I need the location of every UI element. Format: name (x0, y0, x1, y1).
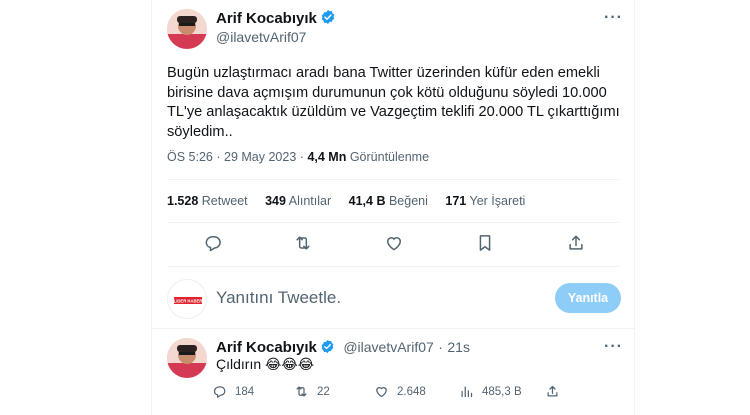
reply-author-name[interactable]: Arif Kocabıyık (216, 339, 317, 356)
reply-like-action[interactable]: 2.648 (374, 384, 426, 399)
meta-separator: · (299, 150, 304, 164)
reply-views-action[interactable]: 485,3 B (459, 384, 522, 399)
reply-author-avatar[interactable] (167, 338, 207, 378)
tweet-detail-panel: Arif Kocabıyık @ilavetvArif07 ··· Bugün … (151, 0, 635, 415)
author-handle[interactable]: @ilavetvArif07 (216, 29, 306, 45)
retweet-icon (296, 386, 307, 397)
reply-button[interactable]: Yanıtla (555, 283, 621, 313)
stat-retweets[interactable]: 1.528 Retweet (167, 194, 248, 208)
verified-badge-icon (320, 339, 335, 354)
reply-input[interactable]: Yanıtını Tweetle. (216, 288, 341, 308)
author-avatar[interactable] (167, 9, 207, 49)
reply-share-action[interactable] (545, 384, 560, 399)
tweet-stats: 1.528 Retweet 349 Alıntılar 41,4 B Beğen… (167, 194, 539, 208)
views-count: 4,4 Mn (307, 150, 347, 164)
share-icon[interactable] (566, 233, 586, 253)
svg-text:LIDER HABER: LIDER HABER (174, 299, 203, 304)
reply-author-handle[interactable]: @ilavetvArif07 (343, 339, 433, 355)
reply-icon (213, 386, 226, 398)
verified-badge-icon (320, 9, 336, 25)
reply-composer: LIDER HABER Yanıtını Tweetle. Yanıtla (152, 270, 634, 328)
reply-actions: 184 22 2.648 485,3 B (212, 384, 622, 402)
views-count: 485,3 B (482, 385, 522, 398)
bookmark-icon[interactable] (475, 233, 495, 253)
tweet-text: Bugün uzlaştırmacı aradı bana Twitter üz… (167, 65, 620, 140)
tweet-date[interactable]: 29 May 2023 (224, 150, 296, 164)
reply-icon[interactable] (203, 233, 223, 253)
reply-count: 184 (235, 385, 255, 398)
divider (167, 179, 619, 180)
meta-separator: · (438, 339, 443, 355)
reply-time[interactable]: 21s (447, 339, 470, 355)
like-icon (376, 387, 387, 398)
views-icon (461, 386, 473, 398)
stat-bookmarks[interactable]: 171 Yer İşareti (445, 194, 525, 208)
tweet-time[interactable]: ÖS 5:26 (167, 150, 213, 164)
reply-text: Çıldırın 😂😂😂 (216, 356, 315, 372)
reply-reply-action[interactable]: 184 (212, 384, 254, 399)
retweet-count: 22 (317, 385, 330, 398)
stat-likes[interactable]: 41,4 B Beğeni (349, 194, 428, 208)
meta-separator: · (216, 150, 221, 164)
reply-retweet-action[interactable]: 22 (294, 384, 330, 399)
share-icon (547, 385, 558, 397)
like-count: 2.648 (397, 385, 426, 398)
divider (167, 222, 619, 223)
author-name[interactable]: Arif Kocabıyık (216, 10, 317, 27)
more-options-icon[interactable]: ··· (604, 10, 623, 26)
views-label: Görüntülenme (349, 150, 430, 164)
divider (152, 328, 634, 329)
stat-quotes[interactable]: 349 Alıntılar (265, 194, 331, 208)
reply-more-options-icon[interactable]: ··· (604, 339, 623, 355)
divider (167, 266, 619, 267)
retweet-icon[interactable] (293, 233, 313, 253)
composer-avatar: LIDER HABER (167, 279, 207, 319)
like-icon[interactable] (384, 233, 404, 253)
tweet-meta: ÖS 5:26 · 29 May 2023 · 4,4 Mn Görüntüle… (167, 150, 429, 164)
